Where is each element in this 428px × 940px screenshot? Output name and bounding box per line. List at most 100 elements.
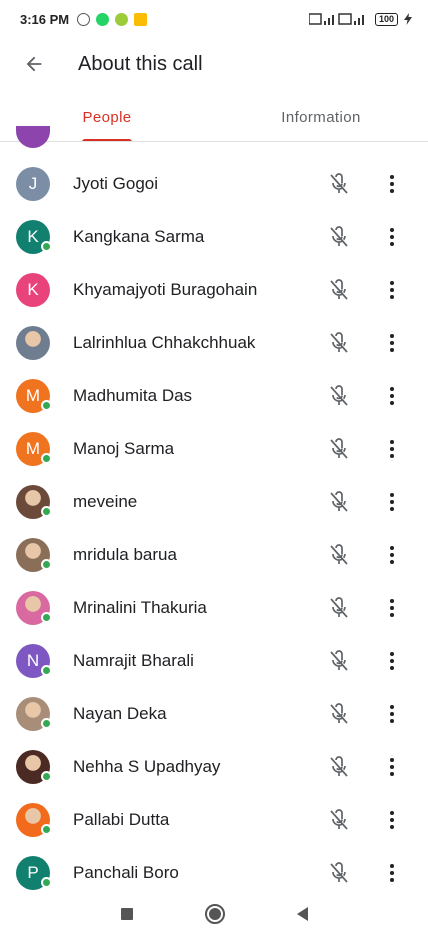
mic-off-icon [330,172,348,194]
more-dot [390,340,394,345]
more-options-icon[interactable] [380,225,404,249]
avatar-initial: N [26,650,40,670]
alarm-icon [77,12,91,26]
more-dot [390,824,394,829]
more-options-icon[interactable] [380,649,404,673]
list-item[interactable]: Pallabi Dutta [0,793,428,846]
app-bar: About this call [0,38,428,90]
participant-name: Madhumita Das [73,385,193,405]
list-item[interactable]: meveine [0,475,428,528]
charging-icon [404,13,412,25]
mic-off-icon [330,808,348,830]
list-item[interactable]: Mrinalini Thakuria [0,581,428,634]
meet-icon [134,12,148,26]
participant-name: Kangkana Sarma [73,226,205,246]
list-item[interactable]: Nehha S Upadhyay [0,740,428,793]
more-options-icon[interactable] [380,755,404,779]
more-dot [390,227,394,232]
avatar-initial: J [28,173,38,193]
whatsapp-icon [96,12,110,26]
more-options-icon[interactable] [380,543,404,567]
more-dot [390,439,394,444]
participant-name: Jyoti Gogoi [73,173,159,193]
more-dot [390,347,394,352]
more-options-icon[interactable] [380,808,404,832]
participant-name: Panchali Boro [73,862,179,882]
more-options-icon[interactable] [380,702,404,726]
more-dot [390,188,394,193]
avatar: J [16,166,50,201]
avatar-initial: M [25,438,41,458]
people-list: J Jyoti Gogoi K Kangkana Sarma K Khyamajyoti … [0,157,428,899]
more-dot [390,552,394,557]
more-options-icon[interactable] [380,861,404,885]
list-item[interactable]: K Khyamajyoti Buragohain [0,263,428,316]
list-item[interactable]: J Jyoti Gogoi [0,157,428,210]
signal-icon [308,13,364,25]
app-notification-icon [115,12,129,26]
more-dot [390,612,394,617]
list-item[interactable]: M Manoj Sarma [0,422,428,475]
tab-information[interactable]: Information [214,92,428,142]
list-item[interactable]: K Kangkana Sarma [0,210,428,263]
mic-off-icon [330,437,348,459]
participant-name: Lalrinhlua Chhakchhuak [73,332,256,352]
more-options-icon[interactable] [380,172,404,196]
system-back-button[interactable] [296,907,308,921]
participant-name: Khyamajyoti Buragohain [73,279,258,299]
more-dot [390,506,394,511]
home-icon [208,908,221,920]
notification-icons [77,12,148,26]
avatar-initial: K [27,279,39,299]
online-status-dot [41,665,52,676]
participant-name: Namrajit Bharali [73,650,194,670]
recents-button[interactable] [120,908,133,920]
list-item[interactable]: mridula barua [0,528,428,581]
more-dot [390,287,394,292]
arrow-back-icon [26,56,42,72]
more-dot [390,333,394,338]
page-title: About this call [78,52,203,75]
more-dot [390,559,394,564]
online-status-dot [41,718,52,729]
more-options-icon[interactable] [380,490,404,514]
list-item[interactable]: Nayan Deka [0,687,428,740]
avatar [16,126,50,148]
list-item[interactable]: M Madhumita Das [0,369,428,422]
mic-off-icon [330,861,348,883]
more-dot [390,718,394,723]
mic-off-icon [330,331,348,353]
participant-name: Nehha S Upadhyay [73,756,221,776]
more-dot [390,771,394,776]
more-dot [390,386,394,391]
system-icons: 100 [308,12,412,26]
list-item[interactable]: N Namrajit Bharali [0,634,428,687]
participant-name: Pallabi Dutta [73,809,170,829]
participant-name: meveine [73,491,138,511]
more-dot [390,877,394,882]
status-time: 3:16 PM [20,11,70,27]
participant-name: Nayan Deka [73,703,167,723]
online-status-dot [41,241,52,252]
more-options-icon[interactable] [380,596,404,620]
more-options-icon[interactable] [380,278,404,302]
online-status-dot [41,824,52,835]
participant-name: Manoj Sarma [73,438,175,458]
avatar-initial: P [27,862,39,882]
more-dot [390,651,394,656]
back-button[interactable] [10,40,58,88]
mic-off-icon [330,490,348,512]
list-item[interactable]: Lalrinhlua Chhakchhuak [0,316,428,369]
home-button[interactable] [204,904,225,924]
more-dot [390,400,394,405]
status-bar: 3:16 PM 100 [0,0,428,38]
more-dot [390,658,394,663]
more-dot [390,545,394,550]
more-dot [390,174,394,179]
more-dot [390,711,394,716]
more-options-icon[interactable] [380,384,404,408]
avatar-initial: K [27,226,39,246]
more-options-icon[interactable] [380,331,404,355]
more-dot [390,764,394,769]
more-options-icon[interactable] [380,437,404,461]
